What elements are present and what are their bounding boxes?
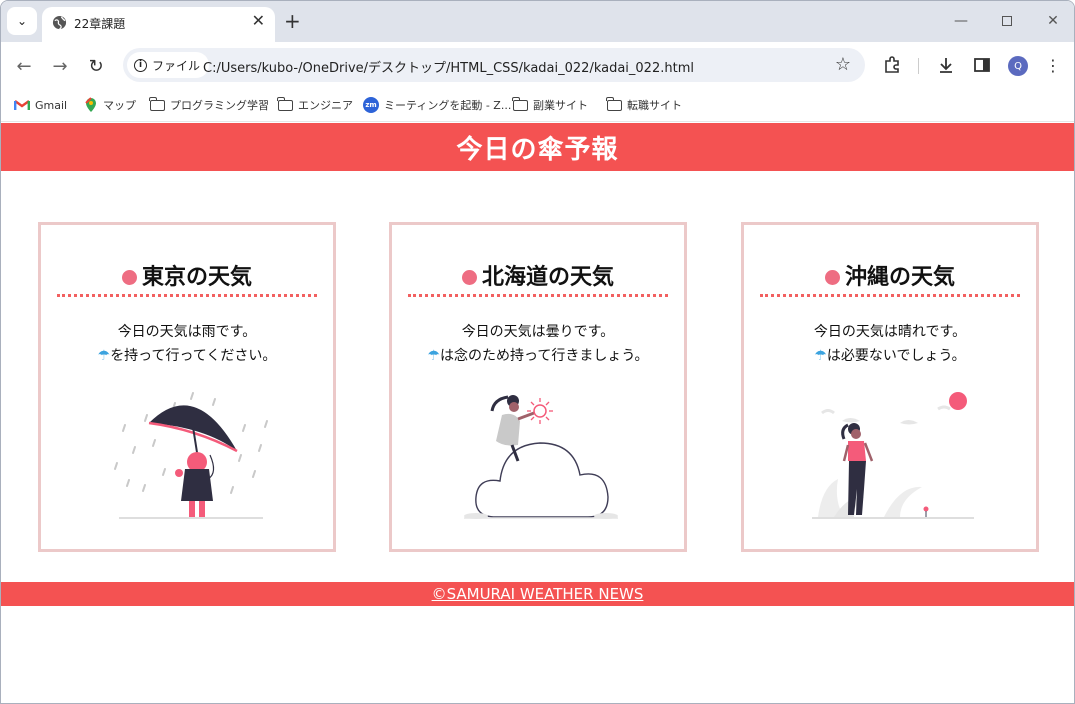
site-info-label: ファイル	[152, 58, 201, 73]
bookmark-label: Gmail	[35, 98, 68, 112]
site-footer: ©SAMURAI WEATHER NEWS	[1, 582, 1074, 606]
globe-icon	[52, 15, 67, 30]
maximize-icon	[1002, 16, 1012, 26]
bullet-dot-icon	[121, 270, 137, 285]
maximize-button[interactable]	[995, 10, 1019, 32]
new-tab-button[interactable]: +	[284, 11, 301, 31]
close-window-button[interactable]: ✕	[1041, 10, 1065, 32]
forecast-text: 今日の天気は曇りです。	[461, 324, 615, 340]
sunny-illustration	[812, 392, 974, 519]
tab-close-icon[interactable]: ✕	[252, 13, 265, 29]
toolbar-divider	[918, 58, 919, 74]
side-panel-icon[interactable]	[971, 54, 993, 76]
back-button[interactable]: ←	[12, 54, 36, 78]
extensions-icon[interactable]	[881, 54, 903, 76]
menu-kebab-icon[interactable]: ⋮	[1042, 54, 1064, 76]
maps-icon	[85, 97, 96, 112]
forecast-text: 今日の天気は雨です。	[117, 324, 257, 340]
card-title-text: 沖縄の天気	[844, 265, 955, 290]
forward-button[interactable]: →	[48, 54, 72, 78]
card-title: 東京の天気	[57, 259, 317, 297]
bookmark-engineer[interactable]: エンジニア	[277, 95, 353, 115]
rain-umbrella-illustration	[114, 392, 268, 519]
advice-text-body: は必要ないでしょう。	[826, 348, 966, 364]
gmail-icon	[14, 100, 30, 110]
address-bar[interactable]: i ファイル C:/Users/kubo-/OneDrive/デスクトップ/HT…	[123, 48, 865, 82]
bookmark-label: プログラミング学習	[170, 99, 269, 112]
bookmark-label: ミーティングを起動 - Z...	[384, 99, 512, 112]
tab-active[interactable]: 22章課題 ✕	[42, 7, 275, 42]
tab-title: 22章課題	[74, 17, 126, 31]
site-header: 今日の傘予報	[1, 123, 1074, 171]
umbrella-icon: ☂	[427, 348, 441, 364]
browser-toolbar: ← → ↻ i ファイル C:/Users/kubo-/OneDrive/デスク…	[1, 42, 1074, 89]
advice-text: ☂は必要ないでしょう。	[744, 345, 1036, 365]
bookmark-label: マップ	[103, 99, 136, 112]
bookmark-job-change[interactable]: 転職サイト	[606, 95, 682, 115]
bookmark-star-icon[interactable]: ☆	[835, 54, 851, 75]
chevron-down-icon: ⌄	[16, 14, 28, 28]
forecast-text: 今日の天気は晴れです。	[813, 324, 967, 340]
bookmark-label: エンジニア	[298, 99, 353, 112]
info-icon: i	[134, 58, 147, 72]
bookmark-label: 転職サイト	[627, 99, 682, 112]
bookmarks-bar: Gmail マップ プログラミング学習 エンジニア zm ミーティングを起動 -…	[1, 89, 1074, 122]
folder-icon	[277, 96, 293, 111]
url-text[interactable]: C:/Users/kubo-/OneDrive/デスクトップ/HTML_CSS/…	[203, 57, 694, 76]
site-info-chip[interactable]: i ファイル	[127, 52, 210, 78]
weather-card-tokyo: 東京の天気 今日の天気は雨です。 ☂を持って行ってください。	[38, 222, 336, 552]
folder-icon	[606, 96, 622, 111]
advice-text-body: は念のため持って行きましょう。	[440, 348, 649, 364]
reload-button[interactable]: ↻	[84, 54, 108, 78]
page-title: 今日の傘予報	[456, 134, 619, 165]
browser-window: ⌄ 22章課題 ✕ + — ✕ ← → ↻ i ファイル C:/Users/ku	[0, 0, 1075, 704]
weather-card-hokkaido: 北海道の天気 今日の天気は曇りです。 ☂は念のため持って行きましょう。	[389, 222, 687, 552]
advice-text: ☂を持って行ってください。	[41, 345, 333, 365]
card-title: 沖縄の天気	[760, 259, 1020, 297]
umbrella-icon: ☂	[814, 348, 827, 364]
bullet-dot-icon	[461, 270, 477, 285]
card-title: 北海道の天気	[408, 259, 668, 297]
folder-icon	[149, 96, 165, 111]
profile-avatar[interactable]: Q	[1008, 56, 1028, 76]
web-page: 今日の傘予報 東京の天気 今日の天気は雨です。 ☂を持って行ってください。 北海…	[1, 123, 1074, 703]
minimize-button[interactable]: —	[949, 10, 973, 32]
bookmark-maps[interactable]: マップ	[84, 95, 136, 115]
zoom-icon: zm	[363, 97, 379, 113]
bullet-dot-icon	[824, 270, 840, 285]
weather-card-okinawa: 沖縄の天気 今日の天気は晴れです。 ☂は必要ないでしょう。	[741, 222, 1039, 552]
cloud-illustration	[464, 395, 618, 519]
umbrella-icon: ☂	[97, 348, 111, 364]
tab-strip: ⌄ 22章課題 ✕ + — ✕	[1, 1, 1074, 42]
download-icon[interactable]	[935, 54, 957, 76]
tab-search-button[interactable]: ⌄	[7, 7, 37, 35]
card-title-text: 東京の天気	[141, 265, 252, 290]
folder-icon	[512, 96, 528, 111]
footer-link[interactable]: ©SAMURAI WEATHER NEWS	[432, 585, 644, 603]
bookmark-gmail[interactable]: Gmail	[14, 95, 67, 115]
card-title-text: 北海道の天気	[481, 265, 614, 290]
advice-text-body: を持って行ってください。	[110, 348, 277, 364]
advice-text: ☂は念のため持って行きましょう。	[392, 345, 684, 365]
bookmark-side-job[interactable]: 副業サイト	[512, 95, 588, 115]
bookmark-programming[interactable]: プログラミング学習	[149, 95, 269, 115]
bookmark-label: 副業サイト	[533, 99, 588, 112]
bookmark-zoom[interactable]: zm ミーティングを起動 - Z...	[363, 95, 511, 115]
